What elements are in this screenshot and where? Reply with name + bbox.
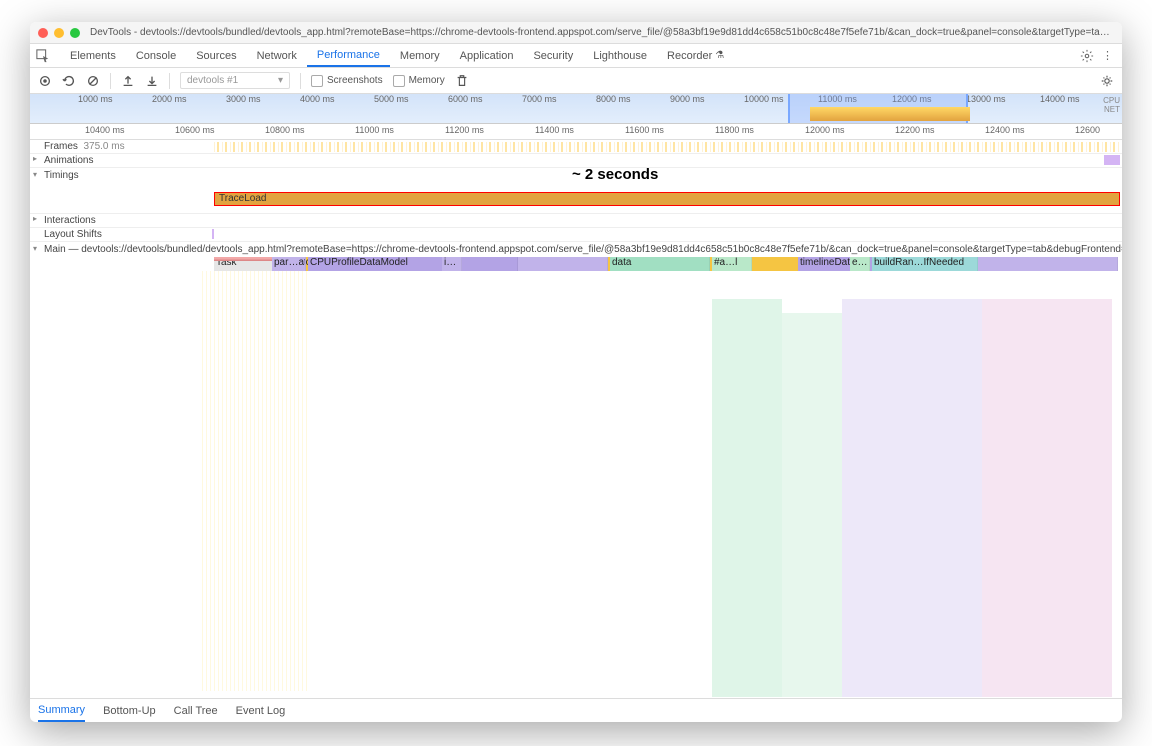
- tab-application[interactable]: Application: [450, 44, 524, 67]
- flame-entry[interactable]: buildRan…IfNeeded: [872, 257, 978, 271]
- flame-chart[interactable]: Task Run Microtasks close #parse parse l…: [202, 257, 1122, 697]
- profile-dropdown[interactable]: devtools #1▾: [180, 72, 290, 89]
- overview-tick: 5000 ms: [374, 94, 409, 104]
- titlebar: DevTools - devtools://devtools/bundled/d…: [30, 22, 1122, 44]
- panel-tabs-bar: Elements Console Sources Network Perform…: [30, 44, 1122, 68]
- tab-network[interactable]: Network: [247, 44, 307, 67]
- flame-entry[interactable]: e…: [850, 257, 870, 271]
- overview-tick: 8000 ms: [596, 94, 631, 104]
- disclosure-icon[interactable]: ▸: [33, 214, 37, 223]
- disclosure-icon[interactable]: ▸: [33, 154, 37, 163]
- time-ruler[interactable]: 10400 ms 10600 ms 10800 ms 11000 ms 1120…: [30, 124, 1122, 140]
- record-icon[interactable]: [38, 74, 52, 88]
- tab-recorder[interactable]: Recorder⚗: [657, 44, 734, 67]
- chevron-down-icon: ▾: [278, 75, 283, 86]
- annotation-label: ~ 2 seconds: [572, 166, 658, 183]
- frames-track[interactable]: Frames 375.0 ms: [30, 140, 1122, 154]
- maximize-window-button[interactable]: [70, 28, 80, 38]
- tab-console[interactable]: Console: [126, 44, 186, 67]
- timings-track[interactable]: ▾ Timings ~ 2 seconds TraceLoad: [30, 168, 1122, 214]
- flame-entry[interactable]: i…: [442, 257, 462, 271]
- panel-tabs: Elements Console Sources Network Perform…: [60, 44, 1080, 67]
- close-window-button[interactable]: [38, 28, 48, 38]
- flame-entry[interactable]: CPUProfileDataModel: [308, 257, 518, 271]
- overview-tick: 4000 ms: [300, 94, 335, 104]
- layout-shifts-track[interactable]: Layout Shifts: [30, 228, 1122, 242]
- flame-entry[interactable]: data: [610, 257, 710, 271]
- tab-bottom-up[interactable]: Bottom-Up: [103, 701, 156, 721]
- tracks: Frames 375.0 ms ▸ Animations ▾ Timings ~…: [30, 140, 1122, 257]
- overview-tick: 10000 ms: [744, 94, 784, 104]
- main-thread-header[interactable]: ▾ Main — devtools://devtools/bundled/dev…: [30, 242, 1122, 257]
- tab-performance[interactable]: Performance: [307, 44, 390, 67]
- tab-lighthouse[interactable]: Lighthouse: [583, 44, 657, 67]
- overview-tick: 9000 ms: [670, 94, 705, 104]
- detail-tabs: Summary Bottom-Up Call Tree Event Log: [30, 698, 1122, 722]
- screenshots-checkbox[interactable]: Screenshots: [311, 75, 383, 87]
- disclosure-icon[interactable]: ▾: [33, 244, 37, 253]
- tab-security[interactable]: Security: [523, 44, 583, 67]
- overview-tick: 3000 ms: [226, 94, 261, 104]
- trace-load-timing[interactable]: TraceLoad: [214, 192, 1120, 206]
- overview-tick: 7000 ms: [522, 94, 557, 104]
- inspect-element-icon[interactable]: [36, 49, 50, 63]
- overview-tick: 6000 ms: [448, 94, 483, 104]
- trash-icon[interactable]: [455, 74, 469, 88]
- overview-labels: CPU NET: [1103, 96, 1120, 114]
- interactions-track[interactable]: ▸ Interactions: [30, 214, 1122, 228]
- window-title: DevTools - devtools://devtools/bundled/d…: [90, 27, 1114, 38]
- memory-checkbox[interactable]: Memory: [393, 75, 445, 87]
- flame-entry[interactable]: #a…l: [712, 257, 752, 271]
- flame-entry[interactable]: par…at: [272, 257, 306, 271]
- more-icon[interactable]: ⋮: [1102, 49, 1116, 62]
- tab-summary[interactable]: Summary: [38, 700, 85, 722]
- tab-event-log[interactable]: Event Log: [236, 701, 286, 721]
- tab-sources[interactable]: Sources: [186, 44, 246, 67]
- devtools-window: DevTools - devtools://devtools/bundled/d…: [30, 22, 1122, 722]
- timeline-overview[interactable]: 1000 ms 2000 ms 3000 ms 4000 ms 5000 ms …: [30, 94, 1122, 124]
- gear-icon[interactable]: [1100, 74, 1114, 88]
- upload-icon[interactable]: [121, 74, 135, 88]
- overview-tick: 14000 ms: [1040, 94, 1080, 104]
- overview-activity: [810, 107, 970, 121]
- tab-elements[interactable]: Elements: [60, 44, 126, 67]
- performance-toolbar: devtools #1▾ Screenshots Memory: [30, 68, 1122, 94]
- minimize-window-button[interactable]: [54, 28, 64, 38]
- traffic-lights: [38, 28, 80, 38]
- tab-memory[interactable]: Memory: [390, 44, 450, 67]
- reload-icon[interactable]: [62, 74, 76, 88]
- overview-tick: 2000 ms: [152, 94, 187, 104]
- overview-tick: 13000 ms: [966, 94, 1006, 104]
- settings-icon[interactable]: [1080, 49, 1094, 63]
- disclosure-icon[interactable]: ▾: [33, 170, 37, 179]
- tab-call-tree[interactable]: Call Tree: [174, 701, 218, 721]
- overview-tick: 1000 ms: [78, 94, 113, 104]
- flask-icon: ⚗: [715, 50, 724, 61]
- download-icon[interactable]: [145, 74, 159, 88]
- clear-icon[interactable]: [86, 74, 100, 88]
